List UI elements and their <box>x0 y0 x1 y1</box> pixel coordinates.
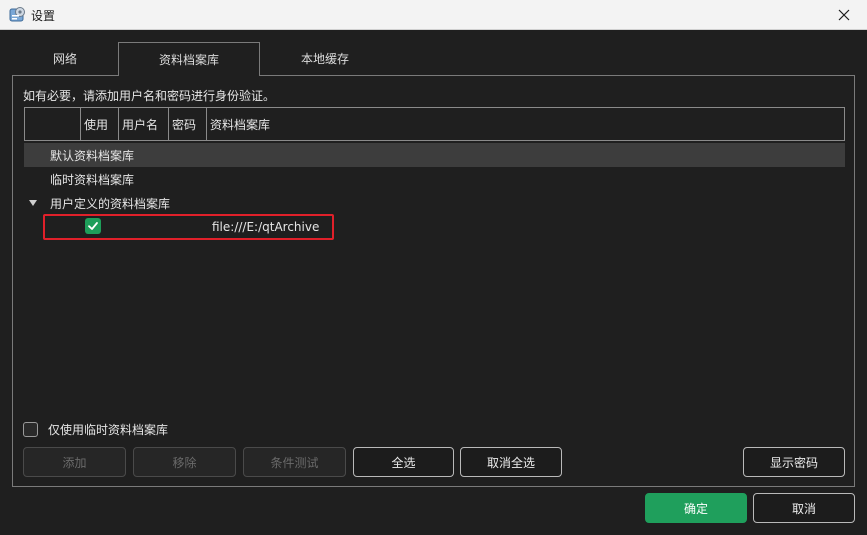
row-temporary-repository[interactable]: 临时资料档案库 <box>24 167 845 191</box>
remove-button[interactable]: 移除 <box>133 447 236 477</box>
settings-app-icon <box>9 7 25 22</box>
close-icon <box>838 9 850 21</box>
ok-button[interactable]: 确定 <box>645 493 747 523</box>
table-header: 使用 用户名 密码 资料档案库 <box>24 107 845 141</box>
row-default-repository[interactable]: 默认资料档案库 <box>24 143 845 167</box>
window-title: 设置 <box>31 9 56 23</box>
column-header-repository[interactable]: 资料档案库 <box>207 108 844 140</box>
checkmark-icon <box>88 222 98 230</box>
tab-network[interactable]: 网络 <box>12 42 118 75</box>
cancel-button[interactable]: 取消 <box>753 493 855 523</box>
show-password-button[interactable]: 显示密码 <box>743 447 845 477</box>
temp-only-option[interactable]: 仅使用临时资料档案库 <box>23 420 168 438</box>
user-defined-repositories-label: 用户定义的资料档案库 <box>50 196 171 211</box>
select-all-button[interactable]: 全选 <box>353 447 454 477</box>
tab-bar: 网络 资料档案库 本地缓存 <box>12 42 855 76</box>
column-header-tree[interactable] <box>25 108 81 140</box>
expand-arrow-icon[interactable] <box>28 198 38 208</box>
tab-local-cache[interactable]: 本地缓存 <box>260 42 390 75</box>
add-button[interactable]: 添加 <box>23 447 126 477</box>
row-user-defined-repositories[interactable]: 用户定义的资料档案库 <box>24 191 845 215</box>
repository-table: 使用 用户名 密码 资料档案库 默认资料档案库 临时资料档案库 用户定义的资料档… <box>24 107 845 411</box>
deselect-all-button[interactable]: 取消全选 <box>460 447 562 477</box>
temporary-repository-label: 临时资料档案库 <box>50 172 135 187</box>
default-repository-label: 默认资料档案库 <box>50 148 135 163</box>
column-header-username[interactable]: 用户名 <box>119 108 169 140</box>
auth-hint-text: 如有必要，请添加用户名和密码进行身份验证。 <box>23 89 276 103</box>
column-header-use[interactable]: 使用 <box>81 108 119 140</box>
tab-repositories[interactable]: 资料档案库 <box>118 42 260 76</box>
temp-only-checkbox[interactable] <box>23 421 38 437</box>
use-checkbox[interactable] <box>85 218 101 234</box>
repositories-panel: 如有必要，请添加用户名和密码进行身份验证。 使用 用户名 密码 资料档案库 默认… <box>12 75 855 487</box>
repository-path-cell[interactable]: file:///E:/qtArchive <box>212 220 319 234</box>
condition-test-button[interactable]: 条件测试 <box>243 447 346 477</box>
temp-only-label: 仅使用临时资料档案库 <box>48 422 169 437</box>
close-button[interactable] <box>821 0 867 30</box>
title-bar: 设置 <box>0 0 867 30</box>
row-user-repository-entry[interactable]: file:///E:/qtArchive <box>24 215 845 239</box>
column-header-password[interactable]: 密码 <box>169 108 207 140</box>
